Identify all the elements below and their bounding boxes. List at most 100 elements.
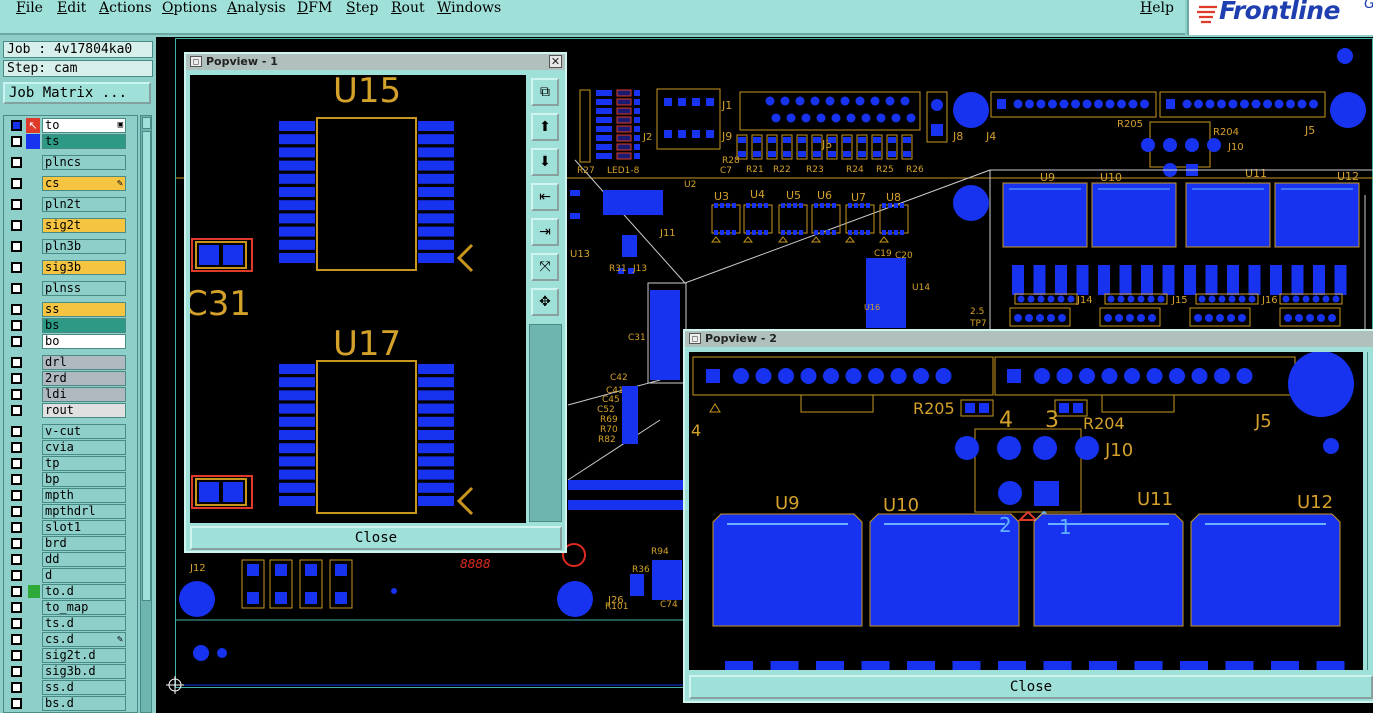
popview-1-window: ◻ Popview - 1 ✕ U15 U17 C31 ⧉ ⬆ ⬇ ⇤ ⇥ ⤧ ✥ Clos… [184, 52, 567, 553]
toolbar-strip [529, 324, 562, 522]
label-r82: R82 [598, 435, 616, 445]
label-u15: U15 [333, 75, 401, 111]
label-u12: U12 [1297, 492, 1333, 513]
label-pin2: 2 [999, 513, 1012, 537]
header-pins [997, 99, 1318, 109]
label-u17: U17 [333, 324, 401, 364]
label-u10: U10 [883, 495, 919, 516]
mount-hole [179, 581, 215, 617]
mount-hole [557, 581, 593, 617]
label-u10: U10 [1100, 171, 1122, 184]
label-r24: R24 [846, 165, 864, 175]
popview-1-drawing: U15 U17 C31 [190, 75, 474, 516]
label-r205: R205 [913, 399, 955, 418]
label-c31: C31 [628, 333, 646, 343]
bottom-caps [241, 559, 353, 609]
label-tp7: TP7 [969, 319, 987, 329]
copy-view-icon[interactable]: ⧉ [531, 78, 559, 106]
board-logo-text: 8888 [460, 557, 491, 571]
label-u5: U5 [786, 189, 801, 202]
led-bank [579, 89, 640, 163]
label-u11: U11 [1137, 489, 1173, 510]
label-u8: U8 [886, 191, 901, 204]
label-r23: R23 [806, 165, 824, 175]
label-v25: 2.5 [970, 307, 984, 317]
popview-2-canvas[interactable]: R205 R204 J5 J10 4 3 4 2 1 U9 U10 U11 U1… [689, 352, 1363, 670]
popview-1-close-icon[interactable]: ✕ [549, 55, 562, 68]
label-c7: C7 [720, 166, 732, 176]
label-j8: J8 [952, 130, 963, 143]
mount-hole [1337, 48, 1353, 64]
relay-group [1002, 182, 1360, 295]
label-r70: R70 [600, 425, 618, 435]
mount-hole [1330, 92, 1366, 128]
label-j11: J11 [659, 228, 676, 239]
label-u9: U9 [1040, 171, 1055, 184]
label-j12: J12 [189, 563, 206, 574]
label-r28: R28 [722, 156, 740, 166]
popview-1-title: Popview - 1 [206, 55, 278, 68]
popview-2-close-button[interactable]: Close [689, 675, 1373, 699]
label-u12: U12 [1337, 170, 1359, 183]
via [193, 645, 209, 661]
popview-1-canvas[interactable]: U15 U17 C31 [190, 75, 526, 523]
origin-crosshair-icon [166, 676, 184, 694]
popview-2-drawing: R205 R204 J5 J10 4 3 4 2 1 U9 U10 U11 U1… [691, 352, 1354, 670]
via [217, 648, 227, 658]
label-r36: R36 [632, 565, 650, 575]
mount-hole [953, 92, 989, 128]
label-j10: J10 [1104, 440, 1133, 461]
pan-left-icon[interactable]: ⇤ [531, 183, 559, 211]
label-u16: U16 [864, 303, 880, 312]
j3-pins [765, 96, 916, 123]
label-j10: J10 [1227, 142, 1244, 153]
label-j2: J2 [642, 132, 652, 143]
label-r31: R31 [609, 264, 627, 274]
label-r101: R101 [605, 602, 628, 612]
label-led: LED1-8 [607, 166, 640, 176]
label-r27: R27 [577, 166, 595, 176]
label-c31: C31 [190, 284, 251, 324]
mount-hole [953, 185, 989, 221]
label-u2: U2 [684, 180, 696, 190]
label-j5: J5 [1254, 411, 1272, 432]
label-u3: U3 [714, 190, 729, 203]
window-menu-icon[interactable]: ◻ [689, 333, 701, 344]
label-r204: R204 [1083, 414, 1125, 433]
label-r69: R69 [600, 415, 618, 425]
popview-2-title: Popview - 2 [705, 332, 777, 345]
label-r26: R26 [906, 165, 924, 175]
label-pin4: 4 [999, 408, 1013, 433]
j1-pins [664, 98, 714, 138]
label-r204: R204 [1213, 127, 1239, 138]
popview-2-window: ◻ Popview - 2 R205 R204 J5 J10 4 3 4 2 1… [683, 329, 1373, 703]
popview-2-toolbar-edge [1367, 352, 1373, 670]
label-pin4b: 4 [691, 421, 701, 440]
popview-1-close-button[interactable]: Close [190, 526, 562, 550]
label-r94: R94 [651, 547, 669, 557]
pan-down-icon[interactable]: ⬇ [531, 148, 559, 176]
label-c42: C42 [610, 373, 628, 383]
label-j13: J13 [632, 264, 647, 274]
app-window: File Edit Actions Options Analysis DFM S… [0, 0, 1373, 713]
label-c20: C20 [895, 251, 913, 261]
label-r21: R21 [746, 165, 764, 175]
label-pin1: 1 [1059, 515, 1072, 539]
label-u13: U13 [570, 249, 590, 260]
label-j14: J14 [1076, 295, 1093, 306]
label-u4: U4 [750, 188, 765, 201]
label-r205: R205 [1117, 119, 1143, 130]
label-u9: U9 [775, 493, 800, 514]
label-c45: C45 [602, 395, 620, 405]
label-j5: J5 [1304, 124, 1315, 137]
label-j15: J15 [1171, 295, 1188, 306]
zoom-center-icon[interactable]: ✥ [531, 288, 559, 316]
zoom-fit-icon[interactable]: ⤧ [531, 253, 559, 281]
pan-up-icon[interactable]: ⬆ [531, 113, 559, 141]
window-menu-icon[interactable]: ◻ [190, 56, 202, 67]
popview-2-titlebar[interactable]: ◻ Popview - 2 [685, 331, 1373, 347]
popview-1-titlebar[interactable]: ◻ Popview - 1 ✕ [186, 54, 565, 70]
pan-right-icon[interactable]: ⇥ [531, 218, 559, 246]
label-j1: J1 [721, 99, 732, 112]
label-u14: U14 [912, 283, 930, 293]
